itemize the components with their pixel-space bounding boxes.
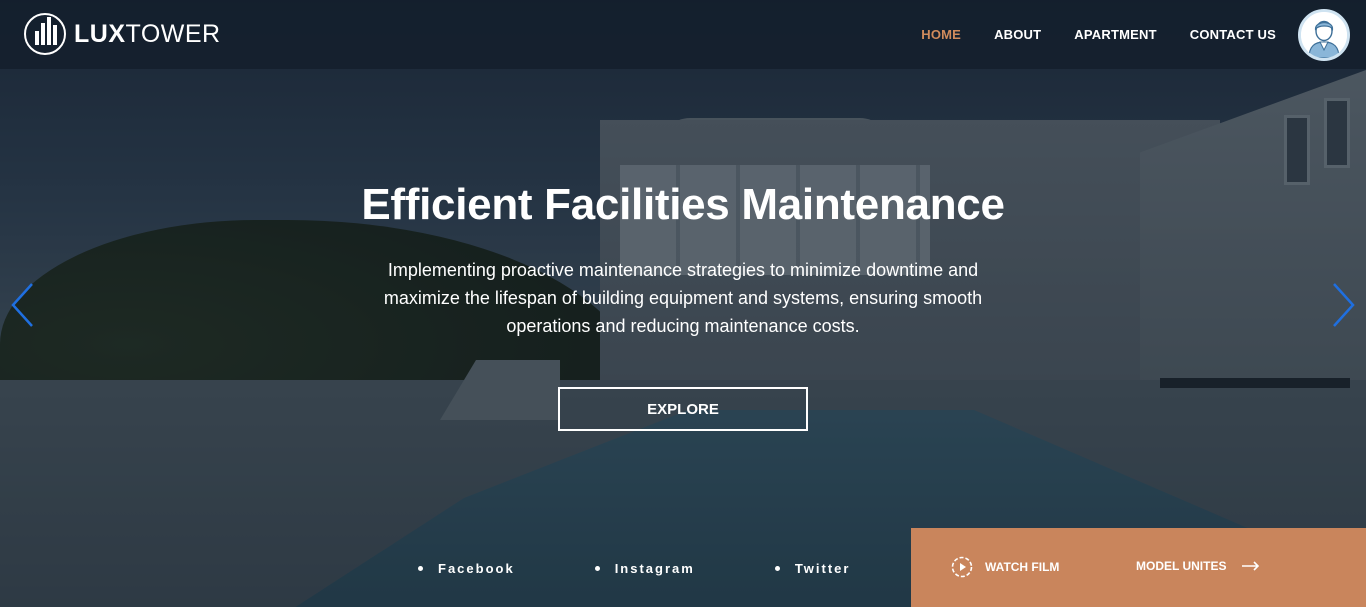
brand-logo[interactable]: LUXTOWER (24, 13, 221, 55)
nav-contact-us[interactable]: CONTACT US (1190, 27, 1276, 42)
building-logo-icon (24, 13, 66, 55)
hero-title: Efficient Facilities Maintenance (361, 180, 1005, 229)
social-links: Facebook Instagram Twitter (418, 561, 850, 576)
social-facebook-label: Facebook (438, 561, 515, 576)
bullet-dot-icon (418, 566, 423, 571)
watch-film-label: WATCH FILM (985, 560, 1060, 574)
chevron-right-icon[interactable] (1332, 282, 1356, 328)
play-circle-icon (951, 556, 973, 578)
explore-button[interactable]: EXPLORE (558, 387, 808, 431)
model-unites-button[interactable]: MODEL UNITES (1136, 559, 1260, 573)
bullet-dot-icon (774, 566, 780, 571)
model-unites-label: MODEL UNITES (1136, 559, 1227, 573)
hero-subtitle: Implementing proactive maintenance strat… (383, 260, 983, 336)
navbar: LUXTOWER HOME ABOUT APARTMENT CONTACT US (0, 0, 1366, 69)
watch-film-button[interactable]: WATCH FILM (951, 556, 1059, 578)
user-avatar-icon[interactable] (1298, 9, 1350, 61)
nav-links: HOME ABOUT APARTMENT CONTACT US (888, 27, 1276, 42)
social-instagram[interactable]: Instagram (594, 561, 695, 576)
nav-apartment[interactable]: APARTMENT (1074, 27, 1156, 42)
cta-panel: WATCH FILM MODEL UNITES (911, 528, 1366, 607)
hero-section: LUXTOWER HOME ABOUT APARTMENT CONTACT US… (0, 0, 1366, 607)
chevron-left-icon[interactable] (10, 282, 34, 328)
nav-about[interactable]: ABOUT (994, 27, 1041, 42)
brand-name-bold: LUX (74, 19, 126, 48)
social-twitter-label: Twitter (794, 561, 851, 576)
brand-name: LUXTOWER (74, 20, 221, 49)
social-facebook[interactable]: Facebook (418, 561, 515, 576)
arrow-right-icon (1242, 561, 1260, 571)
social-instagram-label: Instagram (614, 561, 695, 576)
social-twitter[interactable]: Twitter (774, 561, 851, 576)
bullet-dot-icon (594, 566, 600, 571)
brand-name-light: TOWER (125, 19, 221, 48)
nav-home[interactable]: HOME (921, 27, 961, 42)
